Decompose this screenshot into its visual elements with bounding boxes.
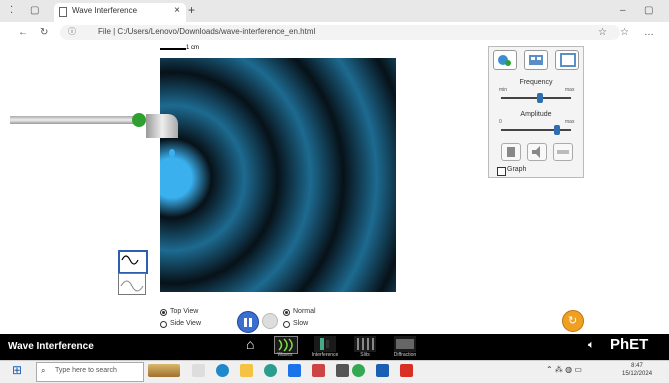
pause-button[interactable] [237, 311, 259, 333]
side-graph-view-button[interactable] [118, 273, 146, 295]
amplitude-slider[interactable] [501, 129, 571, 131]
favorite-icon[interactable]: ☆ [598, 27, 607, 39]
url-field[interactable]: ⓘ File | C:/Users/Lenovo/Downloads/wave-… [60, 25, 620, 40]
site-info-icon[interactable]: ⓘ [68, 26, 76, 37]
minimize-icon[interactable]: – [620, 5, 626, 17]
app-menu-icon[interactable]: ⁚ [10, 5, 13, 17]
sound-toggle-icon[interactable]: 🔈︎ [588, 339, 595, 352]
control-panel: Frequency min max Amplitude 0 max Graph [488, 46, 584, 178]
edge-icon[interactable] [216, 364, 229, 377]
scale-label: 1 cm [186, 45, 200, 51]
tab-actions-icon[interactable]: ▢ [30, 5, 39, 17]
search-placeholder: Type here to search [55, 367, 117, 374]
tray-icons[interactable]: ⌃ ⁂ ◍ ▭ [546, 365, 582, 374]
home-icon[interactable]: ⌂ [246, 336, 254, 352]
normal-speed-label: Normal [293, 308, 316, 315]
water-drop [169, 149, 175, 157]
scale-bar [160, 48, 186, 50]
task-view-icon[interactable] [192, 364, 205, 377]
app-icon[interactable] [312, 364, 325, 377]
pdf-icon[interactable] [400, 364, 413, 377]
light-scene-button[interactable] [555, 50, 579, 70]
new-tab-button[interactable]: + [188, 3, 195, 17]
slow-speed-radio[interactable] [283, 321, 290, 328]
store-icon[interactable] [288, 364, 301, 377]
speaker-tool-button[interactable] [527, 143, 547, 161]
amplitude-label: Amplitude [520, 111, 552, 118]
mail-icon[interactable] [376, 364, 389, 377]
app-icon-2[interactable] [336, 364, 349, 377]
slow-speed-label: Slow [293, 320, 309, 327]
frequency-label: Frequency [519, 79, 553, 86]
news-widget-icon[interactable] [148, 364, 180, 377]
laser-tool-button[interactable] [553, 143, 573, 161]
wave-pattern [160, 58, 396, 292]
frequency-max-label: max [565, 87, 575, 93]
address-bar: ← ↻ ⓘ File | C:/Users/Lenovo/Downloads/w… [0, 22, 669, 45]
graph-label: Graph [507, 166, 527, 173]
clock-time: 8:47 [631, 363, 643, 369]
taskbar-clock[interactable]: 8:47 15/12/2024 [622, 362, 652, 378]
faucet-tool-button[interactable] [501, 143, 521, 161]
screen-slits-button[interactable] [354, 336, 376, 352]
clock-date: 15/12/2024 [622, 371, 653, 377]
taskbar-search[interactable]: ⌕ Type here to search [36, 362, 144, 382]
wave-source [160, 166, 184, 190]
screen-interference-button[interactable] [314, 336, 336, 352]
water-scene-button[interactable] [493, 50, 517, 70]
url-text: File | C:/Users/Lenovo/Downloads/wave-in… [98, 27, 316, 36]
screen-diffraction-button[interactable] [394, 336, 416, 352]
side-view-label: Side View [170, 320, 202, 327]
chrome-icon[interactable] [352, 364, 365, 377]
phet-logo-button[interactable]: PhET [610, 336, 648, 353]
amplitude-min-label: 0 [499, 119, 502, 125]
sim-title: Wave Interference [8, 341, 94, 352]
amplitude-slider-thumb[interactable] [554, 125, 560, 135]
more-options-icon[interactable]: … [644, 27, 654, 39]
page-icon [59, 7, 67, 17]
graph-checkbox[interactable] [497, 167, 506, 176]
screen-waves-label: Waves [277, 352, 293, 358]
frequency-min-label: min [499, 87, 508, 93]
tab-title: Wave Interference [72, 6, 138, 15]
browser-tab[interactable]: Wave Interference × [54, 3, 186, 22]
sine-graph-view-button[interactable] [118, 250, 148, 274]
wave-area [160, 58, 396, 292]
reset-all-button[interactable]: ↻ [562, 310, 584, 332]
amplitude-max-label: max [565, 119, 575, 125]
frequency-slider-thumb[interactable] [536, 93, 543, 103]
chat-icon[interactable] [264, 364, 277, 377]
top-view-radio[interactable] [160, 309, 167, 316]
water-pipe [10, 116, 145, 124]
normal-speed-radio[interactable] [283, 309, 290, 316]
faucet [146, 114, 178, 138]
scene-toolbar [489, 47, 583, 73]
file-explorer-icon[interactable] [240, 364, 253, 377]
side-view-radio[interactable] [160, 321, 167, 328]
search-icon: ⌕ [41, 366, 46, 375]
sound-scene-button[interactable] [524, 50, 548, 70]
back-icon[interactable]: ← [18, 27, 28, 39]
screen-slits-label: Slits [360, 352, 370, 358]
faucet-valve-button[interactable] [132, 113, 146, 127]
refresh-icon[interactable]: ↻ [40, 27, 48, 39]
top-view-label: Top View [170, 308, 199, 315]
tab-close-button[interactable]: × [174, 5, 180, 16]
maximize-icon[interactable]: ▢ [644, 5, 653, 17]
reset-icon: ↻ [568, 315, 578, 327]
screen-interference-label: Interference [311, 352, 339, 358]
browser-tab-bar: ⁚ ▢ Wave Interference × + – ▢ [0, 0, 669, 22]
windows-start-icon[interactable]: ⊞ [12, 363, 22, 377]
step-button[interactable] [262, 313, 278, 329]
favorites-bar-icon[interactable]: ☆ [620, 27, 629, 39]
screen-diffraction-label: Diffraction [393, 352, 417, 358]
